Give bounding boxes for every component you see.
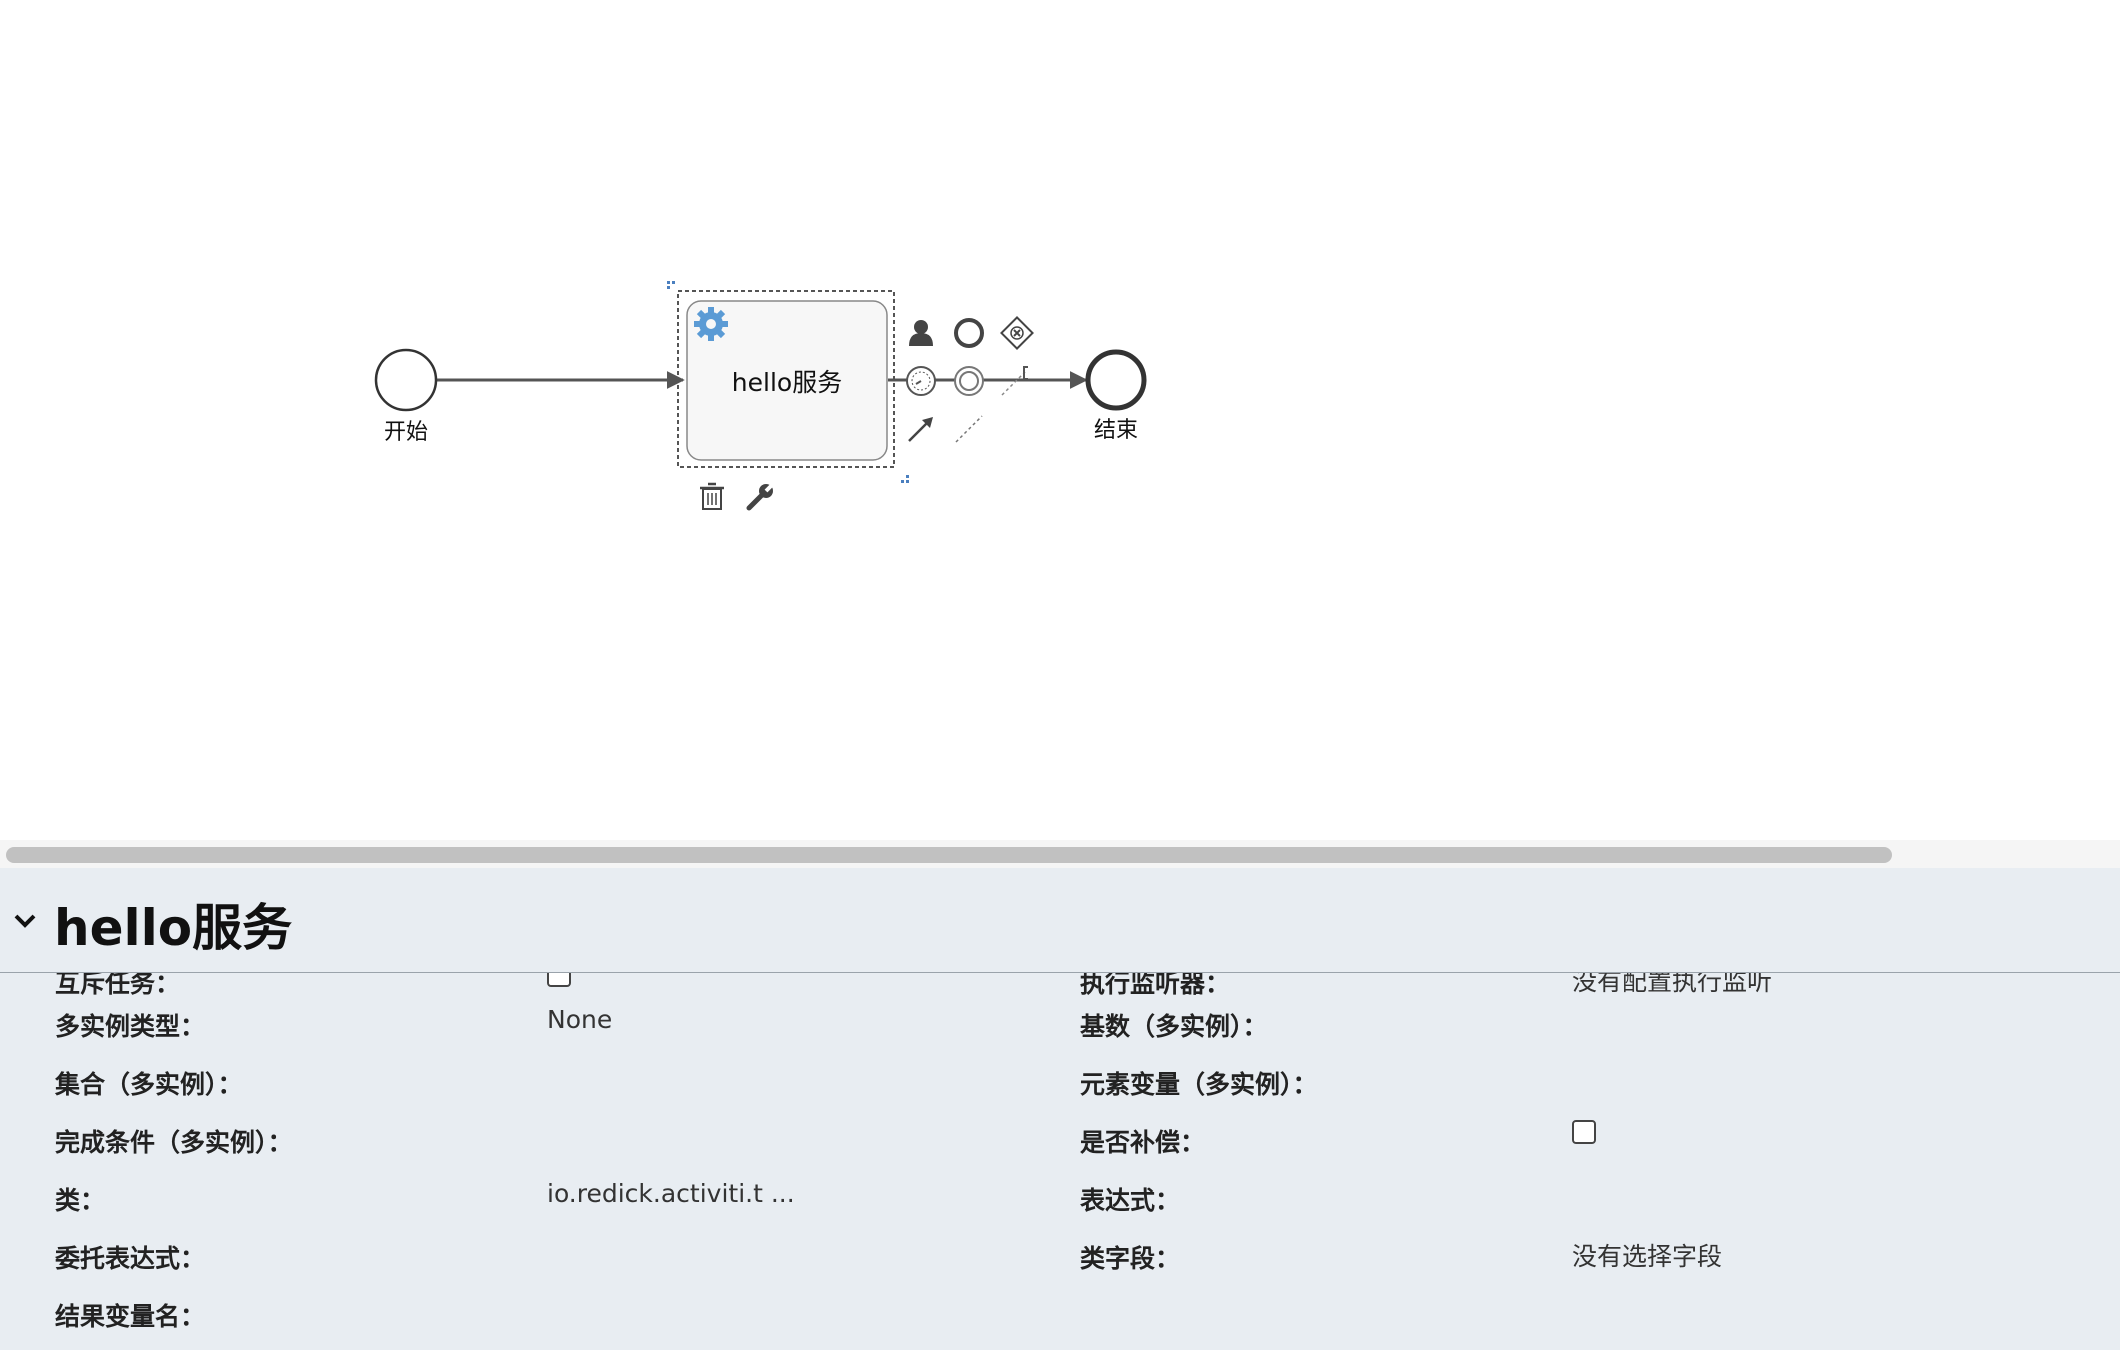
properties-table: 互斥任务： 执行监听器： 没有配置执行监听 多实例类型： None 基数（多实例…	[0, 963, 2120, 1350]
class-label: 类：	[55, 1186, 106, 1215]
end-event-label: 结束	[1093, 418, 1139, 443]
delegate-expression-label: 委托表达式：	[55, 1244, 206, 1273]
element-variable-label: 元素变量（多实例）：	[1080, 1070, 1318, 1099]
properties-panel-header[interactable]: hello服务	[0, 868, 2120, 973]
multi-instance-type-value[interactable]: None	[547, 1005, 612, 1034]
resize-handle-top-left[interactable]	[667, 281, 675, 289]
end-event[interactable]	[1085, 349, 1147, 411]
property-row: 集合（多实例）： 元素变量（多实例）：	[0, 1065, 2120, 1123]
wrench-icon[interactable]	[746, 481, 776, 511]
collection-label: 集合（多实例）：	[55, 1070, 243, 1099]
delete-icon[interactable]	[700, 482, 724, 510]
chevron-down-icon[interactable]	[12, 908, 38, 934]
intermediate-timer-icon[interactable]	[906, 366, 936, 396]
properties-panel: hello服务 互斥任务： 执行监听器： 没有配置执行监听 多实例类型： Non…	[0, 868, 2120, 1350]
property-row: 委托表达式： 类字段： 没有选择字段	[0, 1239, 2120, 1297]
start-event-label: 开始	[383, 420, 429, 445]
exclusive-gateway-icon[interactable]	[1000, 316, 1034, 350]
class-fields-label: 类字段：	[1080, 1244, 1181, 1273]
is-compensation-label: 是否补偿：	[1080, 1128, 1206, 1157]
horizontal-scrollbar-thumb[interactable]	[6, 847, 1892, 863]
gear-icon	[694, 307, 728, 341]
is-compensation-checkbox[interactable]	[1572, 1120, 1596, 1144]
property-row: 结果变量名：	[0, 1297, 2120, 1350]
completion-condition-label: 完成条件（多实例）：	[55, 1128, 293, 1157]
association-icon[interactable]	[955, 415, 983, 443]
cardinality-label: 基数（多实例）：	[1080, 1012, 1268, 1041]
diagram-canvas[interactable]: 开始 hello服务 结束	[0, 0, 2120, 841]
horizontal-scrollbar[interactable]	[0, 840, 2120, 868]
properties-panel-title: hello服务	[54, 899, 293, 957]
class-value[interactable]: io.redick.activiti.t ...	[547, 1179, 795, 1208]
sequence-flow-icon[interactable]	[908, 417, 933, 442]
start-event[interactable]	[374, 348, 438, 412]
property-row: 类： io.redick.activiti.t ... 表达式：	[0, 1179, 2120, 1239]
diagram-svg	[374, 281, 1147, 511]
multi-instance-type-label: 多实例类型：	[55, 1012, 206, 1041]
property-row: 完成条件（多实例）： 是否补偿：	[0, 1120, 2120, 1181]
end-event-icon[interactable]	[954, 318, 984, 348]
service-task-label: hello服务	[731, 368, 843, 397]
intermediate-event-icon[interactable]	[954, 366, 984, 396]
class-fields-value[interactable]: 没有选择字段	[1572, 1237, 1722, 1273]
resize-handle-bottom-right[interactable]	[901, 475, 909, 483]
result-variable-label: 结果变量名：	[55, 1302, 206, 1331]
expression-label: 表达式：	[1080, 1186, 1181, 1215]
user-task-icon[interactable]	[909, 320, 933, 346]
property-row: 多实例类型： None 基数（多实例）：	[0, 1005, 2120, 1065]
